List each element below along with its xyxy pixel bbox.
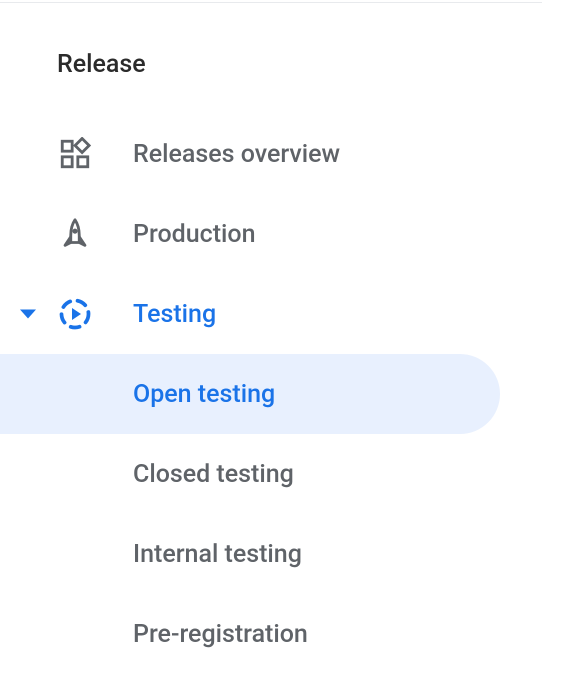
nav-label: Production <box>133 220 256 249</box>
sub-item-pre-registration[interactable]: Pre-registration <box>0 594 572 674</box>
section-header-release: Release <box>0 0 572 114</box>
sub-label: Pre-registration <box>133 620 308 649</box>
divider <box>0 2 542 3</box>
sub-label: Open testing <box>133 380 275 409</box>
sub-item-closed-testing[interactable]: Closed testing <box>0 434 572 514</box>
rocket-icon <box>57 216 93 252</box>
nav-label: Testing <box>133 300 216 329</box>
sub-item-open-testing[interactable]: Open testing <box>0 354 500 434</box>
sub-item-internal-testing[interactable]: Internal testing <box>0 514 572 594</box>
expand-down-icon <box>20 310 36 319</box>
sub-label: Internal testing <box>133 540 302 569</box>
play-dashed-icon <box>57 296 93 332</box>
nav-item-testing[interactable]: Testing <box>0 274 572 354</box>
testing-submenu: Open testing Closed testing Internal tes… <box>0 354 572 674</box>
sub-label: Closed testing <box>133 460 294 489</box>
nav-list: Releases overview Production Testing <box>0 114 572 354</box>
dashboard-icon <box>57 136 93 172</box>
nav-item-releases-overview[interactable]: Releases overview <box>0 114 572 194</box>
nav-item-production[interactable]: Production <box>0 194 572 274</box>
nav-label: Releases overview <box>133 140 340 169</box>
